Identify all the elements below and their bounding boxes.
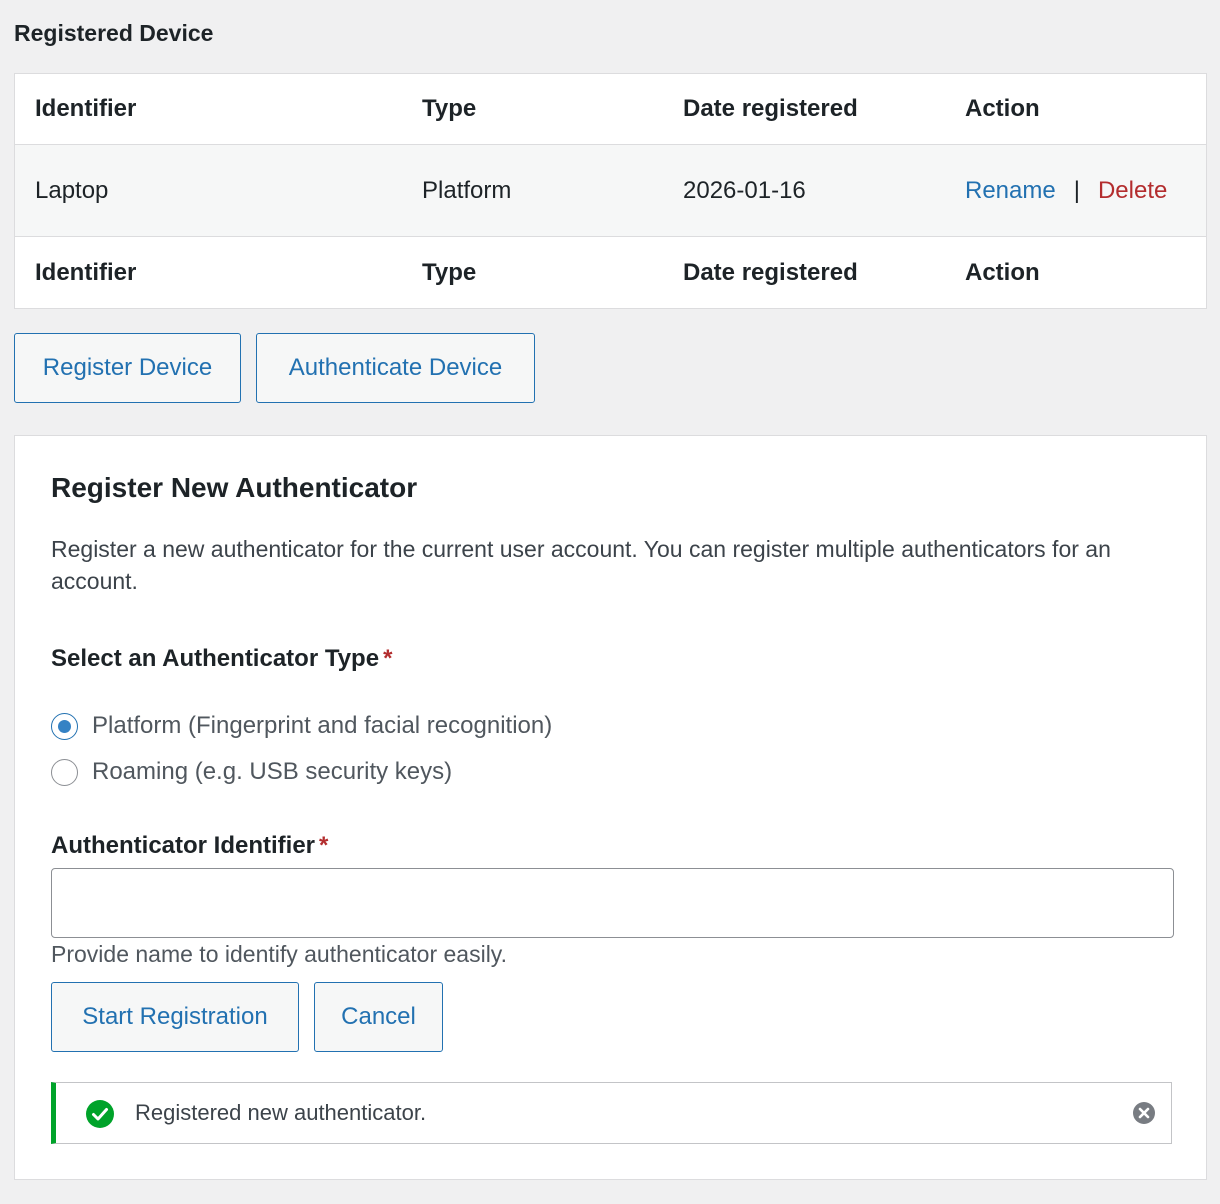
- registered-devices-table: Identifier Type Date registered Action L…: [14, 73, 1207, 309]
- column-header-identifier: Identifier: [35, 95, 137, 122]
- table-footer-row: Identifier Type Date registered Action: [15, 237, 1206, 308]
- notice-message: Registered new authenticator.: [135, 1100, 427, 1125]
- registered-device-title: Registered Device: [14, 20, 214, 46]
- authenticator-type-label: Select an Authenticator Type *: [51, 645, 392, 673]
- column-footer-identifier: Identifier: [35, 258, 137, 286]
- radio-option-platform[interactable]: Platform (Fingerprint and facial recogni…: [51, 712, 552, 740]
- radio-option-roaming[interactable]: Roaming (e.g. USB security keys): [51, 758, 452, 786]
- panel-description: Register a new authenticator for the cur…: [51, 536, 1111, 594]
- identifier-help-text: Provide name to identify authenticator e…: [51, 941, 507, 967]
- success-notice: Registered new authenticator.: [51, 1082, 1172, 1144]
- table-header-row: Identifier Type Date registered Action: [15, 74, 1206, 145]
- delete-link[interactable]: Delete: [1098, 177, 1167, 205]
- device-date: 2026-01-16: [683, 176, 806, 204]
- device-identifier: Laptop: [35, 176, 109, 204]
- radio-label-roaming[interactable]: Roaming (e.g. USB security keys): [92, 758, 452, 786]
- panel-title: Register New Authenticator: [51, 472, 418, 503]
- authenticator-identifier-input[interactable]: [51, 868, 1174, 938]
- authenticator-type-label-text: Select an Authenticator Type: [51, 645, 380, 672]
- column-header-date: Date registered: [683, 95, 858, 122]
- device-type: Platform: [422, 176, 512, 204]
- radio-label-platform[interactable]: Platform (Fingerprint and facial recogni…: [92, 712, 552, 740]
- radio-selected-dot: [58, 719, 71, 733]
- authenticate-device-button[interactable]: Authenticate Device: [256, 333, 535, 403]
- rename-link[interactable]: Rename: [965, 177, 1056, 205]
- column-header-type: Type: [422, 95, 477, 122]
- table-row: Laptop Platform 2026-01-16 Rename | Dele…: [15, 145, 1206, 237]
- check-circle-icon: [86, 1100, 114, 1133]
- column-header-action: Action: [965, 95, 1040, 122]
- radio-button-platform[interactable]: [51, 712, 78, 740]
- required-marker: *: [383, 645, 393, 672]
- start-registration-button[interactable]: Start Registration: [51, 982, 299, 1052]
- dismiss-icon[interactable]: [1133, 1102, 1155, 1129]
- radio-button-roaming[interactable]: [51, 758, 78, 786]
- authenticator-identifier-label: Authenticator Identifier *: [51, 832, 328, 860]
- required-marker: *: [319, 832, 329, 859]
- column-footer-date: Date registered: [683, 258, 858, 286]
- action-separator: |: [1073, 176, 1080, 204]
- cancel-button[interactable]: Cancel: [314, 982, 443, 1052]
- register-device-button[interactable]: Register Device: [14, 333, 241, 403]
- column-footer-action: Action: [965, 258, 1040, 286]
- device-actions: Rename | Delete: [965, 145, 1167, 236]
- column-footer-type: Type: [422, 258, 477, 286]
- authenticator-identifier-label-text: Authenticator Identifier: [51, 832, 316, 859]
- register-authenticator-panel: Register New Authenticator Register a ne…: [14, 435, 1207, 1180]
